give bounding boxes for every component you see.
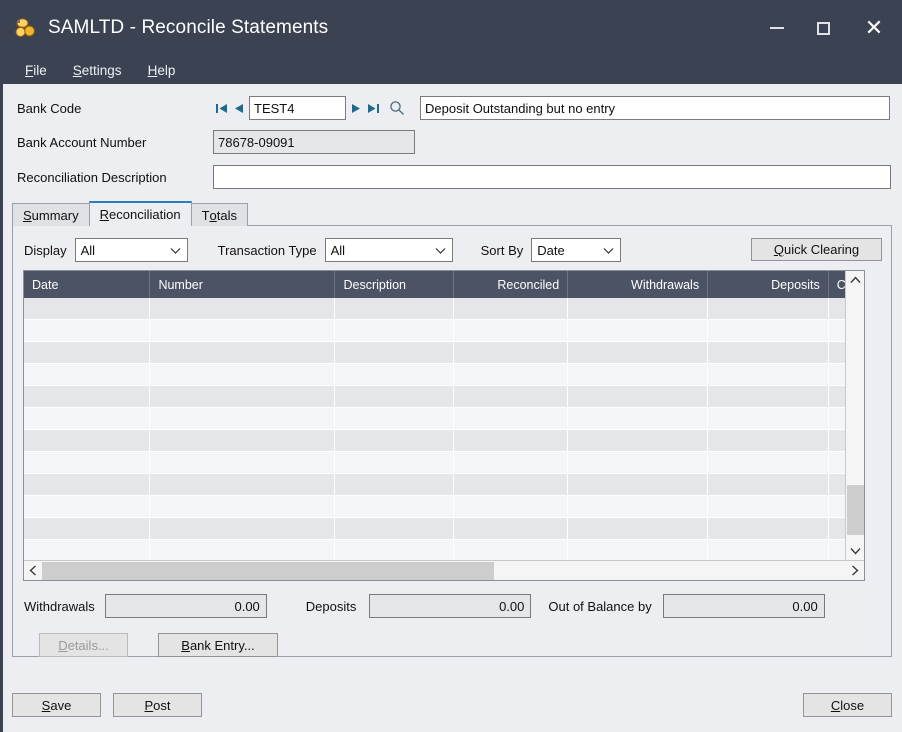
transaction-type-label: Transaction Type — [217, 242, 317, 258]
table-row[interactable] — [24, 320, 864, 342]
title-bar: SAMLTD - Reconcile Statements ✕ — [0, 0, 902, 56]
close-icon[interactable]: ✕ — [846, 0, 902, 56]
table-row[interactable] — [24, 342, 864, 364]
chevron-down-icon — [435, 243, 446, 258]
bank-account-number-label: Bank Account Number — [17, 134, 147, 150]
menu-item-help[interactable]: Help — [135, 61, 189, 80]
menu-bar: FFileile Settings Help — [0, 56, 902, 84]
grid-body — [24, 298, 864, 560]
search-icon[interactable] — [385, 97, 409, 119]
chevron-down-icon — [170, 243, 181, 258]
table-row[interactable] — [24, 474, 864, 496]
column-header-description[interactable]: Description — [335, 271, 455, 298]
column-header-deposits[interactable]: Deposits — [708, 271, 829, 298]
chevron-up-icon[interactable] — [846, 271, 864, 289]
table-row[interactable] — [24, 540, 864, 560]
grid-action-buttons: Details... Bank Entry... — [39, 633, 278, 657]
deposits-total-field: 0.00 — [369, 594, 532, 618]
minimize-icon[interactable] — [754, 0, 800, 56]
grid-vertical-scrollbar[interactable] — [845, 271, 864, 560]
column-header-number[interactable]: Number — [150, 271, 336, 298]
bank-code-label: Bank Code — [17, 100, 82, 116]
window-controls: ✕ — [754, 0, 902, 56]
sort-by-select-value: Date — [537, 242, 565, 258]
out-of-balance-label: Out of Balance by — [548, 598, 652, 614]
table-row[interactable] — [24, 386, 864, 408]
save-button[interactable]: Save — [12, 693, 101, 717]
close-button[interactable]: Close — [803, 693, 892, 717]
nav-next-icon[interactable] — [348, 97, 365, 119]
details-button[interactable]: Details... — [39, 633, 128, 657]
client-area: Bank Code Depo — [0, 84, 902, 732]
record-navigator — [213, 97, 247, 119]
out-of-balance-field: 0.00 — [662, 594, 825, 618]
chevron-down-icon — [603, 243, 614, 258]
reconciliation-description-row: Reconciliation Description — [17, 164, 902, 190]
table-row[interactable] — [24, 408, 864, 430]
bank-coins-icon — [14, 17, 36, 39]
nav-previous-icon[interactable] — [230, 97, 247, 119]
record-navigator-forward — [348, 97, 409, 119]
grid-horizontal-scrollbar[interactable] — [24, 560, 864, 580]
horizontal-scrollbar-thumb[interactable] — [42, 562, 494, 580]
bank-status-field: Deposit Outstanding but no entry — [420, 96, 890, 120]
nav-last-icon[interactable] — [365, 97, 382, 119]
withdrawals-total-field: 0.00 — [104, 594, 267, 618]
sort-by-select[interactable]: Date — [531, 238, 622, 262]
sort-by-label: Sort By — [480, 242, 524, 258]
chevron-left-icon[interactable] — [24, 561, 42, 580]
table-row[interactable] — [24, 364, 864, 386]
display-select-value: All — [80, 242, 96, 258]
tab-totals[interactable]: To tals — [190, 203, 248, 226]
bank-entry-button[interactable]: Bank Entry... — [158, 633, 278, 657]
table-row[interactable] — [24, 298, 864, 320]
column-header-withdrawals[interactable]: Withdrawals — [568, 271, 709, 298]
footer-button-bar: Save Post Close — [3, 686, 902, 732]
menu-item-file[interactable]: FFileile — [12, 61, 60, 80]
quick-clearing-button[interactable]: Quick Clearing — [751, 238, 882, 261]
column-header-reconciled[interactable]: Reconciled — [454, 271, 569, 298]
bank-code-row: Bank Code Depo — [17, 95, 902, 121]
display-label: Display — [24, 242, 67, 258]
chevron-right-icon[interactable] — [846, 561, 864, 580]
transactions-grid: Date Number Description Reconciled Withd… — [23, 270, 865, 581]
transaction-type-select-value: All — [330, 242, 346, 258]
reconcile-statements-window: SAMLTD - Reconcile Statements ✕ FFileile… — [0, 0, 902, 732]
table-row[interactable] — [24, 518, 864, 540]
chevron-down-icon[interactable] — [846, 542, 864, 560]
table-row[interactable] — [24, 496, 864, 518]
tab-reconciliation[interactable]: Reconciliation — [88, 201, 192, 226]
table-row[interactable] — [24, 430, 864, 452]
grid-header-row: Date Number Description Reconciled Withd… — [24, 271, 864, 298]
post-button[interactable]: Post — [113, 693, 202, 717]
bank-account-number-field: 78678-09091 — [213, 130, 415, 154]
window-title: SAMLTD - Reconcile Statements — [48, 17, 329, 38]
bank-code-input[interactable] — [249, 96, 346, 120]
tab-summary[interactable]: Summary — [12, 203, 90, 226]
display-select[interactable]: All — [74, 238, 188, 262]
tab-panel-reconciliation: Display All Transaction Type All Sort By — [12, 225, 892, 657]
menu-item-settings[interactable]: Settings — [60, 61, 135, 80]
column-header-date[interactable]: Date — [24, 271, 151, 298]
reconciliation-description-input[interactable] — [213, 165, 891, 189]
table-row[interactable] — [24, 452, 864, 474]
tab-strip: Summary Reconciliation To tals — [12, 201, 902, 226]
deposits-total-label: Deposits — [305, 598, 357, 614]
transaction-type-select[interactable]: All — [324, 238, 453, 262]
maximize-icon[interactable] — [800, 0, 846, 56]
totals-row: Withdrawals 0.00 Deposits 0.00 Out of Ba… — [13, 594, 891, 618]
vertical-scrollbar-thumb[interactable] — [847, 485, 864, 535]
withdrawals-total-label: Withdrawals — [24, 598, 95, 614]
bank-account-number-row: Bank Account Number 78678-09091 — [17, 129, 902, 155]
reconciliation-description-label: Reconciliation Description — [17, 169, 167, 185]
nav-first-icon[interactable] — [213, 97, 230, 119]
